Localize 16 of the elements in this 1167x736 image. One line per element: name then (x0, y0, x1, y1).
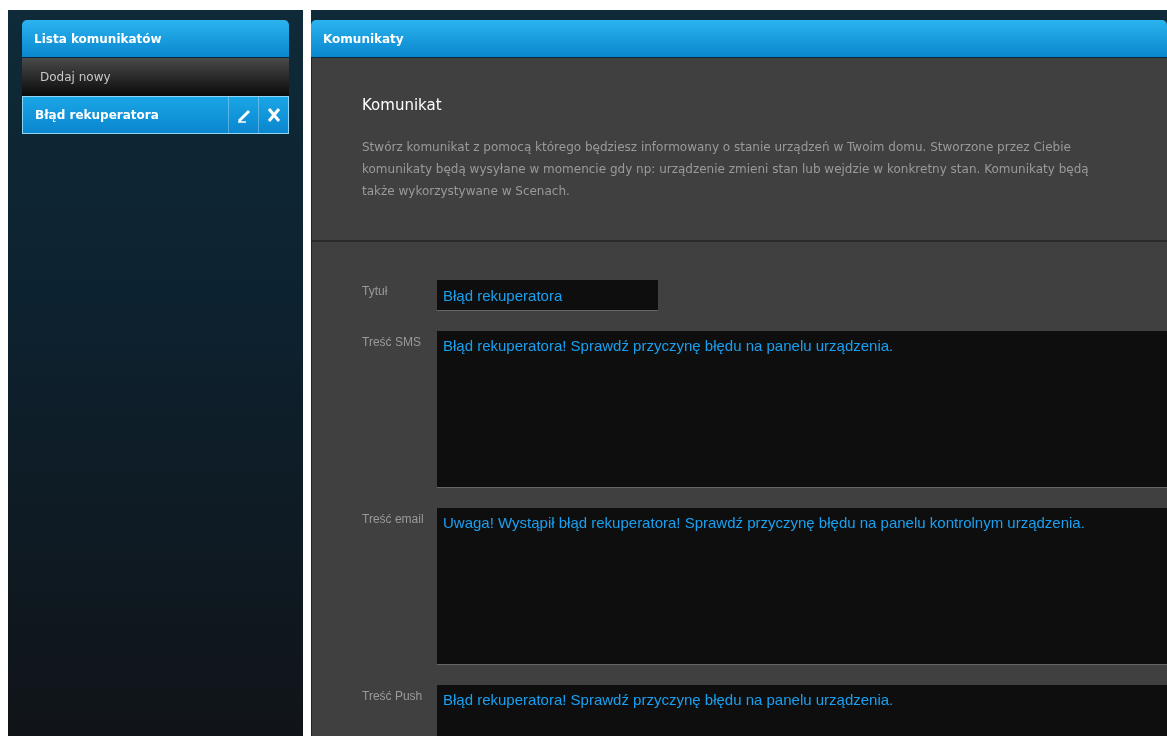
text-area[interactable]: Uwaga! Wystąpił błąd rekuperatora! Sprawdź przyczynę błędu na panelu kontrolnym urządzenia. (437, 508, 1167, 665)
description: Stwórz komunikat z pomocą którego będziesz informowany o stanie urządzeń w Twoim domu. Stworzone przez Ciebie komunikaty będą wysyłane w momencie gdy np: urządzenie zmieni stan lub wejdzie w konkretny stan. Komunikaty będą także wykorzystywane w Scenach. (362, 139, 1090, 200)
field-label: Treść SMS (362, 334, 422, 351)
field-label: Treść email (362, 511, 425, 528)
pencil-icon (235, 107, 252, 123)
text-area[interactable]: Błąd rekuperatora! Sprawdź przyczynę błędu na panelu urządzenia. (437, 331, 1167, 488)
text-area[interactable]: Błąd rekuperatora! Sprawdź przyczynę błędu na panelu urządzenia. (437, 685, 1167, 736)
add-new-item[interactable]: Dodaj nowy (22, 58, 289, 96)
field-label: Tytuł (362, 283, 389, 300)
delete-icon (266, 107, 281, 123)
field-label: Treść Push (362, 688, 424, 705)
item-label: Błąd rekuperatora (35, 108, 160, 122)
panel-header: Komunikaty (311, 20, 1167, 58)
sidebar-header: Lista komunikatów (22, 20, 289, 58)
section-heading: Komunikat (362, 96, 443, 114)
input-field[interactable]: Błąd rekuperatora (437, 280, 658, 311)
